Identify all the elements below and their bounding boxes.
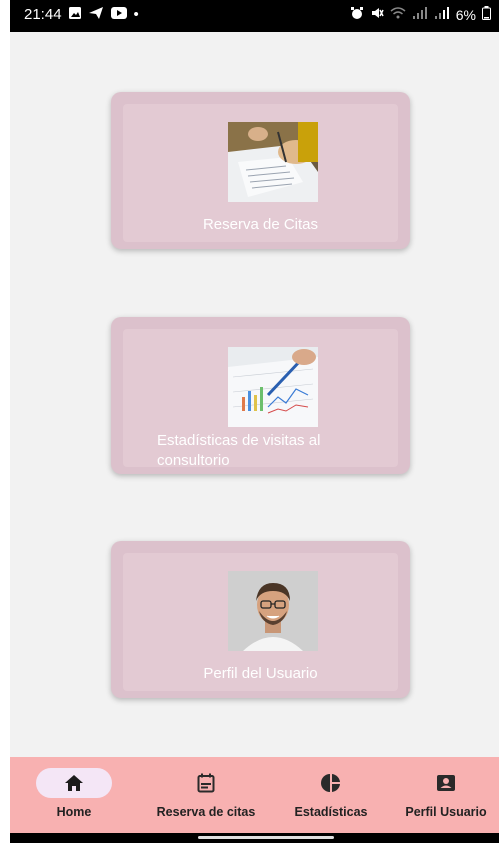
status-bar: 21:44 • 6%: [10, 0, 499, 32]
card-label: Reserva de Citas: [202, 216, 319, 233]
bottom-navigation: Home Reserva de citas Estadísticas Perfi…: [10, 757, 499, 833]
nav-item-home[interactable]: Home: [28, 757, 120, 833]
calendar-icon: [188, 769, 224, 797]
charts-pen-image: [228, 347, 318, 427]
nav-item-estadisticas[interactable]: Estadísticas: [276, 757, 386, 833]
nav-label: Estadísticas: [294, 805, 368, 819]
clock: 21:44: [24, 6, 62, 23]
wifi-icon: [390, 6, 406, 23]
writing-hands-image: [228, 122, 318, 202]
app-screen: 21:44 • 6% Reserva de Citas Estadísticas…: [10, 0, 499, 843]
pie-chart-icon: [313, 769, 349, 797]
status-left: 21:44 •: [24, 6, 139, 23]
account-box-icon: [428, 769, 464, 797]
signal-icon: [434, 6, 450, 23]
alarm-icon: [350, 6, 364, 23]
smiling-man-image: [228, 571, 318, 651]
card-perfil-usuario[interactable]: Perfil del Usuario: [111, 541, 410, 698]
card-inner: Perfil del Usuario: [123, 553, 398, 691]
send-icon: [88, 6, 104, 23]
card-inner: Estadísticas de visitas al consultorio: [123, 329, 398, 469]
card-label: Perfil del Usuario: [203, 665, 318, 682]
image-icon: [68, 6, 82, 23]
card-reserva-citas[interactable]: Reserva de Citas: [111, 92, 410, 249]
home-icon: [56, 769, 92, 797]
signal-icon: [412, 6, 428, 23]
nav-item-perfil-usuario[interactable]: Perfil Usuario: [393, 757, 499, 833]
nav-item-reserva-citas[interactable]: Reserva de citas: [136, 757, 276, 833]
mute-icon: [370, 6, 384, 23]
notification-dot: •: [133, 6, 139, 23]
card-estadisticas[interactable]: Estadísticas de visitas al consultorio: [111, 317, 410, 474]
home-handle[interactable]: [198, 836, 334, 839]
battery-percent: 6%: [455, 6, 476, 23]
youtube-icon: [110, 6, 128, 23]
card-inner: Reserva de Citas: [123, 104, 398, 242]
status-right: 6%: [350, 6, 491, 23]
nav-label: Home: [56, 805, 92, 819]
nav-label: Perfil Usuario: [405, 805, 487, 819]
card-label: Estadísticas de visitas al consultorio: [157, 432, 321, 469]
nav-label: Reserva de citas: [156, 805, 256, 819]
battery-icon: [482, 6, 491, 23]
gesture-bar: [10, 833, 499, 843]
